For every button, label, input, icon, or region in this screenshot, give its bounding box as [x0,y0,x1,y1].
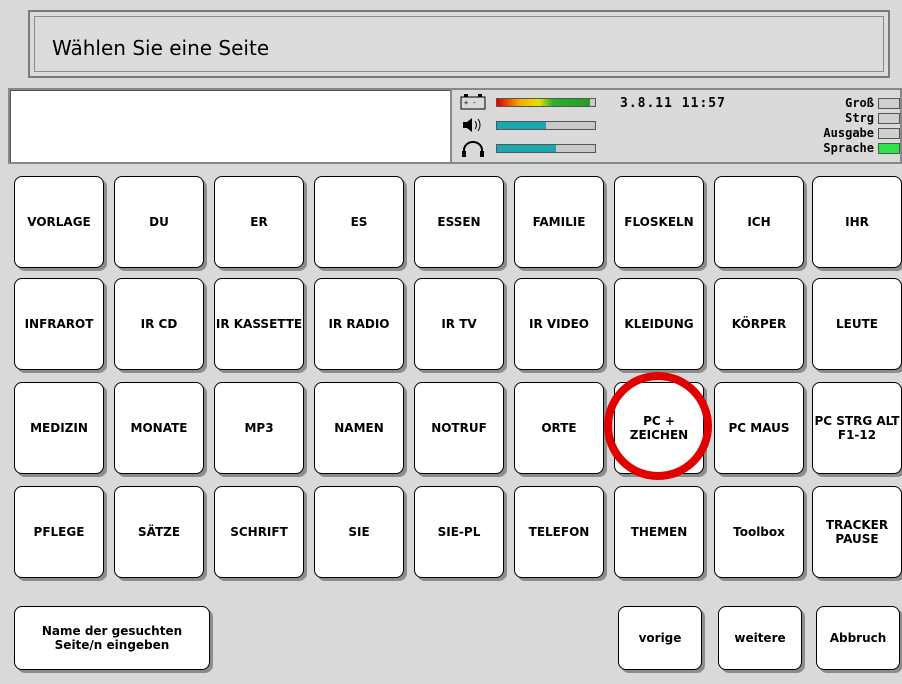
flag-label: Groß [845,96,874,110]
flag-label: Strg [845,111,874,125]
page-button-er[interactable]: ER [214,176,304,268]
page-button-pc-strg-alt-f1-12[interactable]: PC STRG ALT F1-12 [812,382,902,474]
page-button-kleidung[interactable]: KLEIDUNG [614,278,704,370]
flag-row: Strg [790,111,900,126]
battery-icon: + - [460,94,486,112]
page-button-schrift[interactable]: SCHRIFT [214,486,304,578]
page-button-namen[interactable]: NAMEN [314,382,404,474]
page-button-tracker-pause[interactable]: TRACKER PAUSE [812,486,902,578]
svg-text:+ -: + - [464,99,477,107]
page-button-ir-cd[interactable]: IR CD [114,278,204,370]
flag-label: Sprache [823,141,874,155]
headphones-icon [460,140,486,158]
page-button-vorlage[interactable]: VORLAGE [14,176,104,268]
status-flags: Groß Strg Ausgabe Sprache [790,96,900,156]
page-button-familie[interactable]: FAMILIE [514,176,604,268]
page-button-leute[interactable]: LEUTE [812,278,902,370]
status-panel: + - 3.8.11 11:57 Groß Strg Ausgabe Sprache [452,88,902,164]
page-button-sätze[interactable]: SÄTZE [114,486,204,578]
page-button-notruf[interactable]: NOTRUF [414,382,504,474]
volume-row [460,117,600,135]
page-button-orte[interactable]: ORTE [514,382,604,474]
text-output-field[interactable] [8,88,452,164]
headphone-fill [497,145,556,152]
volume-meter [496,121,596,130]
page-button-infrarot[interactable]: INFRAROT [14,278,104,370]
page-button-telefon[interactable]: TELEFON [514,486,604,578]
flag-row: Sprache [790,141,900,156]
page-button-körper[interactable]: KÖRPER [714,278,804,370]
title-bar: Wählen Sie eine Seite [28,10,890,78]
page-button-pflege[interactable]: PFLEGE [14,486,104,578]
page-button-monate[interactable]: MONATE [114,382,204,474]
battery-row: + - [460,94,600,112]
page-button-ihr[interactable]: IHR [812,176,902,268]
flag-indicator [878,113,900,124]
page-button-sie[interactable]: SIE [314,486,404,578]
next-button[interactable]: weitere [718,606,802,670]
speaker-icon [460,117,486,135]
page-button-ir-kassette[interactable]: IR KASSETTE [214,278,304,370]
datetime-display: 3.8.11 11:57 [620,96,726,111]
page-button-pc-maus[interactable]: PC MAUS [714,382,804,474]
page-button-sie-pl[interactable]: SIE-PL [414,486,504,578]
flag-indicator [878,143,900,154]
page-button-toolbox[interactable]: Toolbox [714,486,804,578]
headphone-row [460,140,600,158]
page-button-ich[interactable]: ICH [714,176,804,268]
page-button-essen[interactable]: ESSEN [414,176,504,268]
flag-indicator [878,98,900,109]
page-title: Wählen Sie eine Seite [52,36,270,60]
flag-row: Ausgabe [790,126,900,141]
battery-meter [496,98,596,107]
page-button-ir-radio[interactable]: IR RADIO [314,278,404,370]
battery-fill [497,99,591,106]
page-button-ir-tv[interactable]: IR TV [414,278,504,370]
search-page-button[interactable]: Name der gesuchten Seite/n eingeben [14,606,210,670]
flag-row: Groß [790,96,900,111]
headphone-meter [496,144,596,153]
flag-indicator [878,128,900,139]
volume-fill [497,122,546,129]
page-button-ir-video[interactable]: IR VIDEO [514,278,604,370]
flag-label: Ausgabe [823,126,874,140]
page-button-du[interactable]: DU [114,176,204,268]
page-button-es[interactable]: ES [314,176,404,268]
cancel-button[interactable]: Abbruch [816,606,900,670]
page-button-medizin[interactable]: MEDIZIN [14,382,104,474]
page-button-floskeln[interactable]: FLOSKELN [614,176,704,268]
page-button-themen[interactable]: THEMEN [614,486,704,578]
page-button-pc-zeichen[interactable]: PC + ZEICHEN [614,382,704,474]
page-button-mp3[interactable]: MP3 [214,382,304,474]
previous-button[interactable]: vorige [618,606,702,670]
